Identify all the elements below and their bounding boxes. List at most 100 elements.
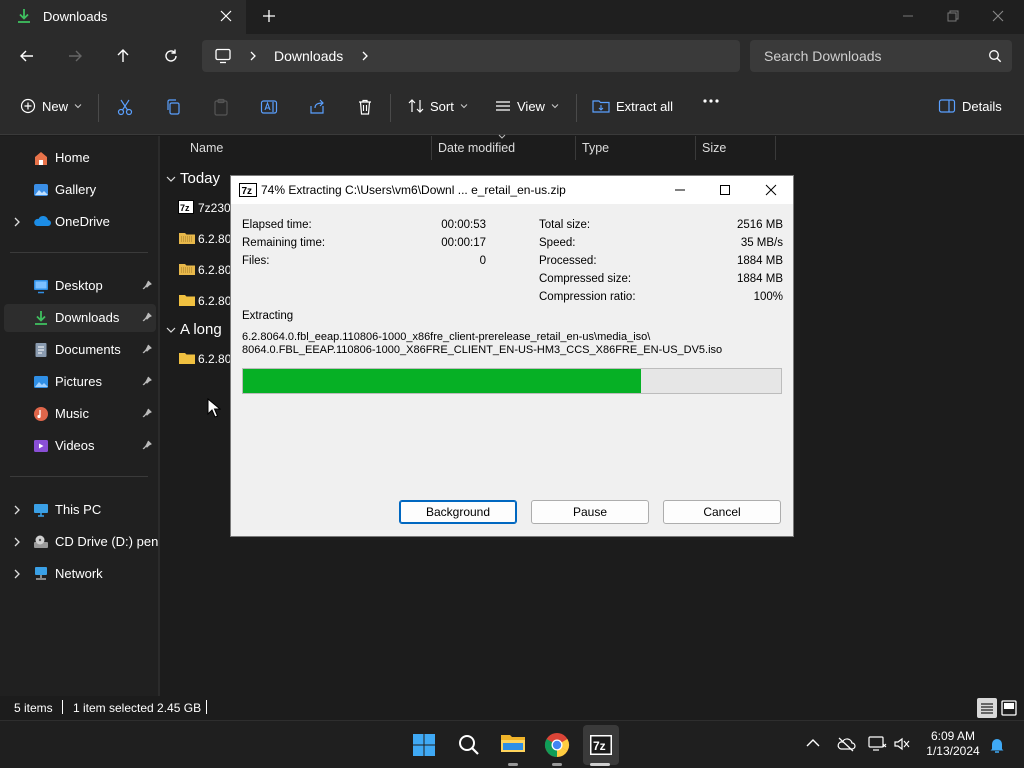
column-header-name[interactable]: Name: [190, 141, 223, 155]
volume-muted-icon[interactable]: [893, 736, 911, 752]
pin-icon[interactable]: [142, 280, 152, 290]
search-input[interactable]: [750, 40, 970, 72]
start-icon[interactable]: [412, 733, 436, 757]
extract-all-button[interactable]: Extract all: [592, 98, 673, 114]
group-header-a-long-time-ago[interactable]: A long: [166, 321, 222, 338]
details-button[interactable]: Details: [938, 98, 1002, 114]
pin-icon[interactable]: [142, 408, 152, 418]
minimize-icon[interactable]: [900, 8, 916, 24]
chevron-down-icon: [460, 102, 468, 110]
cancel-button[interactable]: Cancel: [663, 500, 781, 524]
delete-icon[interactable]: [356, 98, 374, 116]
restore-icon[interactable]: [945, 8, 961, 24]
column-divider[interactable]: [575, 136, 576, 160]
view-button[interactable]: View: [495, 98, 559, 114]
address-bar[interactable]: Downloads: [202, 40, 740, 72]
new-tab-icon[interactable]: [262, 9, 276, 23]
column-divider[interactable]: [431, 136, 432, 160]
dialog-title-bar[interactable]: 7z 74% Extracting C:\Users\vm6\Downl ...…: [231, 176, 793, 204]
navigation-pane: Home Gallery OneDrive Desktop Downloads: [0, 136, 168, 696]
column-divider[interactable]: [695, 136, 696, 160]
divider: [10, 252, 148, 253]
sidebar-item-onedrive[interactable]: OneDrive: [4, 208, 156, 236]
command-bar: New Sort View Extract all Details: [0, 80, 1024, 135]
notification-bell-icon[interactable]: [988, 736, 1006, 754]
chevron-right-icon[interactable]: [12, 216, 22, 228]
sidebar-item-this-pc[interactable]: This PC: [4, 496, 156, 524]
close-icon[interactable]: [764, 183, 778, 197]
group-label: A long: [180, 321, 222, 338]
chevron-right-icon[interactable]: [248, 50, 258, 62]
minimize-icon[interactable]: [673, 183, 687, 197]
tab-downloads[interactable]: Downloads: [0, 0, 246, 34]
file-explorer-icon[interactable]: [500, 732, 526, 754]
paste-icon[interactable]: [212, 98, 230, 116]
sidebar-item-music[interactable]: Music: [4, 400, 156, 428]
cd-drive-icon: [33, 534, 49, 550]
chevron-right-icon[interactable]: [12, 536, 22, 548]
column-header-type[interactable]: Type: [582, 141, 609, 155]
column-header-date-modified[interactable]: Date modified: [438, 141, 515, 155]
sort-button[interactable]: Sort: [408, 98, 468, 114]
back-icon[interactable]: [19, 48, 35, 64]
new-button[interactable]: New: [20, 98, 82, 114]
breadcrumb[interactable]: Downloads: [274, 48, 343, 64]
elapsed-time-label: Elapsed time:: [242, 219, 312, 231]
maximize-icon[interactable]: [718, 183, 732, 197]
pause-button[interactable]: Pause: [531, 500, 649, 524]
pin-icon[interactable]: [142, 344, 152, 354]
pin-icon[interactable]: [142, 376, 152, 386]
group-label: Today: [180, 170, 221, 187]
sidebar-item-cd-drive[interactable]: CD Drive (D:) penis: [4, 528, 168, 556]
refresh-icon[interactable]: [163, 48, 179, 64]
copy-icon[interactable]: [164, 98, 182, 116]
pin-icon[interactable]: [142, 312, 152, 322]
sidebar-item-videos[interactable]: Videos: [4, 432, 156, 460]
forward-icon[interactable]: [67, 48, 83, 64]
onedrive-offline-icon[interactable]: [836, 736, 856, 752]
network-status-icon[interactable]: [867, 736, 887, 752]
cut-icon[interactable]: [116, 98, 134, 116]
file-name: 6.2.80: [198, 232, 232, 246]
files-value: 0: [479, 255, 486, 267]
sidebar-item-network[interactable]: Network: [4, 560, 156, 588]
sidebar-item-documents[interactable]: Documents: [4, 336, 156, 364]
background-button[interactable]: Background: [399, 500, 517, 524]
column-divider[interactable]: [775, 136, 776, 160]
sidebar-item-pictures[interactable]: Pictures: [4, 368, 156, 396]
details-view-button[interactable]: [977, 698, 997, 718]
downloads-icon: [33, 310, 49, 326]
share-icon[interactable]: [308, 98, 326, 116]
group-header-today[interactable]: Today: [166, 170, 220, 187]
chevron-right-icon[interactable]: [12, 504, 22, 516]
remaining-time-value: 00:00:17: [441, 237, 486, 249]
rename-icon[interactable]: [260, 98, 278, 116]
tiles-view-icon[interactable]: [999, 698, 1019, 718]
sidebar-item-desktop[interactable]: Desktop: [4, 272, 156, 300]
close-tab-icon[interactable]: [219, 9, 233, 23]
compression-ratio-label: Compression ratio:: [539, 291, 636, 303]
up-icon[interactable]: [115, 48, 131, 64]
details-pane-icon: [938, 98, 956, 114]
onedrive-icon: [33, 214, 51, 228]
view-icon: [495, 98, 511, 114]
new-label: New: [42, 98, 69, 114]
chevron-right-icon[interactable]: [12, 568, 22, 580]
close-window-icon[interactable]: [990, 8, 1006, 24]
sidebar-item-home[interactable]: Home: [4, 144, 156, 172]
sidebar-item-downloads[interactable]: Downloads: [4, 304, 156, 332]
column-header-size[interactable]: Size: [702, 141, 726, 155]
chrome-icon[interactable]: [544, 732, 570, 758]
chevron-up-icon[interactable]: [806, 738, 820, 748]
system-clock[interactable]: 6:09 AM 1/13/2024: [920, 729, 986, 759]
more-options-icon[interactable]: [702, 98, 720, 104]
chevron-right-icon[interactable]: [360, 50, 370, 62]
pin-icon[interactable]: [142, 440, 152, 450]
search-icon[interactable]: [988, 49, 1002, 63]
videos-icon: [33, 438, 49, 454]
sidebar-item-gallery[interactable]: Gallery: [4, 176, 156, 204]
sidebar-item-label: Desktop: [55, 278, 103, 293]
search-icon[interactable]: [457, 733, 481, 757]
total-size-value: 2516 MB: [736, 219, 783, 231]
7zip-icon[interactable]: 7z: [589, 733, 613, 757]
